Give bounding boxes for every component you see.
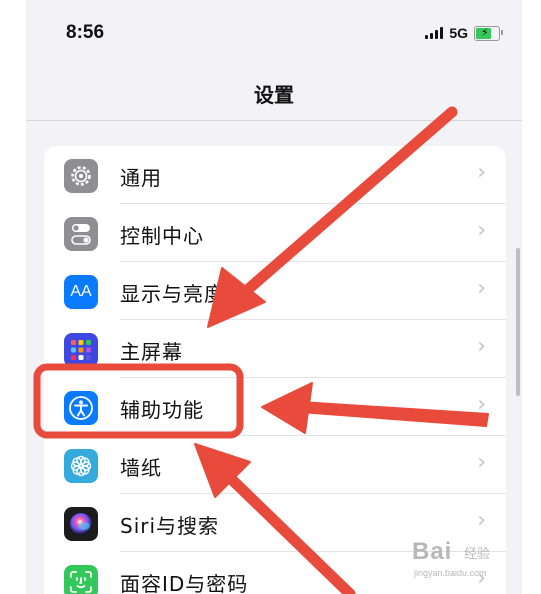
nav-divider <box>26 120 522 121</box>
watermark-sub: 经验 <box>464 547 491 562</box>
settings-item-home-screen[interactable]: 主屏幕 › <box>44 320 506 378</box>
settings-item-label: 通用 <box>120 166 162 190</box>
settings-item-control-center[interactable]: 控制中心 › <box>44 204 506 262</box>
status-indicators: 5G ⚡ <box>425 25 503 41</box>
chevron-right-icon: › <box>477 276 486 301</box>
face-id-icon <box>64 565 98 594</box>
settings-item-label: Siri与搜索 <box>120 514 220 538</box>
settings-item-general[interactable]: 通用 › <box>44 146 506 204</box>
settings-item-label: 控制中心 <box>120 224 204 248</box>
chevron-right-icon: › <box>477 450 486 475</box>
accessibility-person-icon <box>64 391 98 425</box>
toggle-switches-icon <box>64 217 98 251</box>
settings-group: 通用 › 控制中心 › AA 显示与亮度 › 主屏幕 › 辅助功能 › 墙纸 ›… <box>44 146 506 594</box>
app-grid-icon <box>64 333 98 367</box>
chevron-right-icon: › <box>477 334 486 359</box>
flower-icon <box>64 449 98 483</box>
scrollbar[interactable] <box>516 248 520 396</box>
settings-item-label: 墙纸 <box>120 456 162 480</box>
settings-item-label: 面容ID与密码 <box>120 572 249 594</box>
watermark-url: jingyan.baidu.com <box>414 568 487 578</box>
chevron-right-icon: › <box>477 392 486 417</box>
settings-item-label: 辅助功能 <box>120 398 204 422</box>
gear-icon <box>64 159 98 193</box>
battery-charging-icon: ⚡ <box>474 25 503 41</box>
phone-screen: 8:56 5G ⚡ 设置 通用 › 控制中心 › AA 显示与亮度 › 主屏幕 … <box>26 0 522 594</box>
text-size-aa-icon: AA <box>64 275 98 309</box>
settings-item-label: 主屏幕 <box>120 340 183 364</box>
status-time: 8:56 <box>66 22 105 43</box>
settings-item-accessibility[interactable]: 辅助功能 › <box>44 378 506 436</box>
cellular-signal-icon <box>425 27 444 39</box>
watermark-logo: Bai <box>412 538 453 565</box>
chevron-right-icon: › <box>477 160 486 185</box>
chevron-right-icon: › <box>477 508 486 533</box>
siri-orb-icon <box>64 507 98 541</box>
aa-glyph: AA <box>70 283 92 300</box>
page-title: 设置 <box>254 83 294 107</box>
network-type: 5G <box>449 25 468 41</box>
watermark: Bai 经验 jingyan.baidu.com <box>412 538 532 588</box>
chevron-right-icon: › <box>477 218 486 243</box>
settings-item-display[interactable]: AA 显示与亮度 › <box>44 262 506 320</box>
settings-item-wallpaper[interactable]: 墙纸 › <box>44 436 506 494</box>
settings-item-label: 显示与亮度 <box>120 282 225 306</box>
